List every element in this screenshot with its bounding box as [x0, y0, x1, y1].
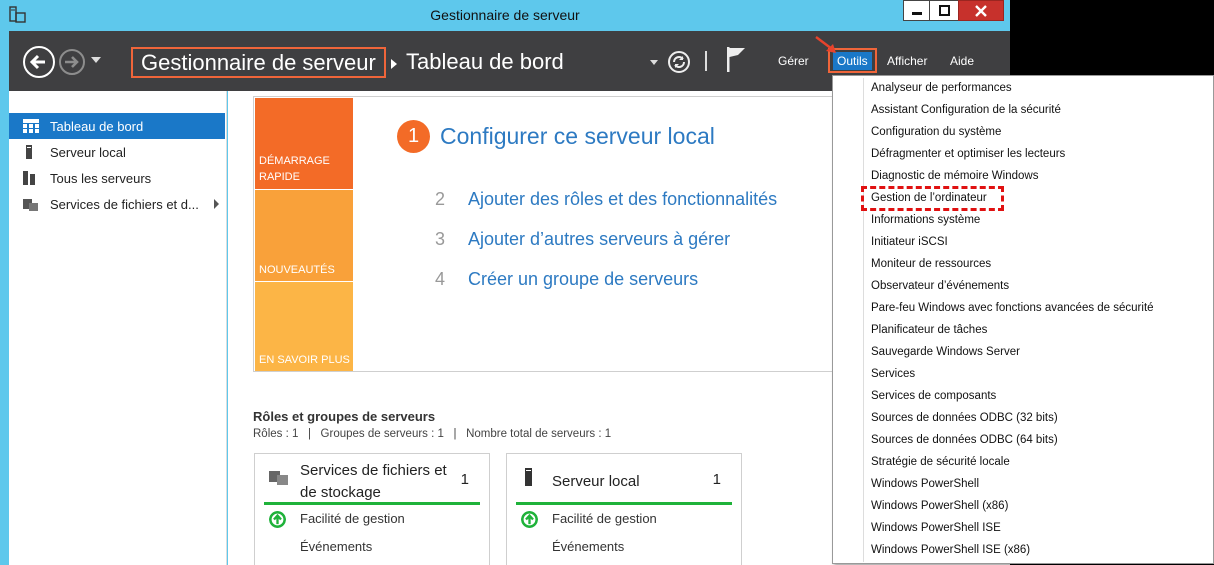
arrow-left-icon: [29, 54, 45, 70]
status-up-icon: [521, 511, 538, 528]
back-button[interactable]: [23, 46, 55, 78]
role-card-manageability[interactable]: Facilité de gestion: [300, 511, 405, 526]
menu-item-powershell-x86[interactable]: Windows PowerShell (x86): [871, 500, 1008, 512]
step-link-create-group[interactable]: Créer un groupe de serveurs: [468, 269, 698, 290]
tile-learn-more[interactable]: EN SAVOIR PLUS: [255, 282, 353, 371]
menu-item-system-configuration[interactable]: Configuration du système: [871, 126, 1001, 138]
breadcrumb-separator-icon: [391, 59, 397, 69]
step-number-2: 2: [435, 189, 446, 209]
notifications-flag-icon[interactable]: [725, 45, 747, 73]
role-card-title: Serveur local: [552, 473, 640, 490]
role-card-title: Services de fichiers et de stockage: [300, 462, 447, 501]
step-number-3: 3: [435, 229, 446, 249]
role-card-status-bar: [516, 502, 732, 505]
menu-item-odbc-32[interactable]: Sources de données ODBC (32 bits): [871, 412, 1058, 424]
minimize-icon: [911, 11, 922, 15]
menu-gerer[interactable]: Gérer: [778, 54, 809, 68]
annotation-highlight-box: [861, 186, 1004, 211]
breadcrumb-current-page: Tableau de bord: [406, 49, 564, 74]
menu-item-powershell-ise[interactable]: Windows PowerShell ISE: [871, 522, 1001, 534]
maximize-icon: [938, 5, 950, 16]
status-up-icon: [269, 511, 286, 528]
window-title: Gestionnaire de serveur: [430, 7, 580, 23]
menu-item-iscsi-initiator[interactable]: Initiateur iSCSI: [871, 236, 948, 248]
title-bar[interactable]: Gestionnaire de serveur: [0, 0, 1010, 30]
sidebar-item-file-services[interactable]: Services de fichiers et d...: [9, 191, 225, 217]
menu-icon-rail: [863, 78, 864, 562]
menu-afficher[interactable]: Afficher: [887, 54, 927, 68]
menu-item-windows-server-backup[interactable]: Sauvegarde Windows Server: [871, 346, 1020, 358]
step-number-1: 1: [397, 120, 430, 153]
role-card-count: 1: [712, 471, 721, 488]
step-link-configure-local-server[interactable]: Configurer ce serveur local: [440, 123, 715, 150]
menu-item-defragment[interactable]: Défragmenter et optimiser les lecteurs: [871, 148, 1065, 160]
sidebar: Tableau de bord Serveur local Tous les s…: [9, 91, 227, 565]
sidebar-item-dashboard[interactable]: Tableau de bord: [9, 113, 225, 139]
role-card-events[interactable]: Événements: [552, 539, 624, 554]
file-services-icon: [23, 197, 39, 211]
dashboard-icon: [23, 119, 39, 133]
role-card-events[interactable]: Événements: [300, 539, 372, 554]
role-card-count: 1: [460, 471, 469, 488]
sidebar-item-all-servers[interactable]: Tous les serveurs: [9, 165, 225, 191]
tile-whats-new-label: NOUVEAUTÉS: [259, 264, 335, 276]
tile-quick-start-label: DÉMARRAGE RAPIDE: [259, 155, 330, 183]
header-divider: [705, 51, 707, 71]
refresh-icon[interactable]: [667, 50, 691, 74]
roles-summary: Rôles : 1 | Groupes de serveurs : 1 | No…: [253, 428, 612, 440]
menu-item-task-scheduler[interactable]: Planificateur de tâches: [871, 324, 987, 336]
sidebar-item-label: Tous les serveurs: [50, 170, 152, 186]
step-link-add-servers[interactable]: Ajouter d’autres serveurs à gérer: [468, 229, 730, 250]
tile-quick-start[interactable]: DÉMARRAGE RAPIDE: [255, 98, 353, 189]
tools-dropdown-menu: Analyseur de performances Assistant Conf…: [832, 75, 1214, 564]
history-dropdown-icon[interactable]: [91, 57, 101, 63]
menu-item-odbc-64[interactable]: Sources de données ODBC (64 bits): [871, 434, 1058, 446]
menu-item-performance-monitor[interactable]: Analyseur de performances: [871, 82, 1012, 94]
role-card-file-services[interactable]: Services de fichiers et de stockage 1 Fa…: [254, 453, 490, 565]
menu-item-powershell-ise-x86[interactable]: Windows PowerShell ISE (x86): [871, 544, 1030, 556]
sidebar-item-label: Tableau de bord: [50, 118, 144, 134]
menu-item-local-security-policy[interactable]: Stratégie de sécurité locale: [871, 456, 1010, 468]
menu-item-event-viewer[interactable]: Observateur d’événements: [871, 280, 1009, 292]
step-number-4: 4: [435, 269, 446, 289]
close-button[interactable]: [958, 0, 1004, 21]
role-card-status-bar: [264, 502, 480, 505]
tile-whats-new[interactable]: NOUVEAUTÉS: [255, 190, 353, 281]
step-link-add-roles[interactable]: Ajouter des rôles et des fonctionnalités: [468, 189, 777, 210]
close-icon: [975, 4, 987, 17]
role-card-local-server[interactable]: Serveur local 1 Facilité de gestion Évén…: [506, 453, 742, 565]
menu-item-system-information[interactable]: Informations système: [871, 214, 980, 226]
menu-item-memory-diagnostic[interactable]: Diagnostic de mémoire Windows: [871, 170, 1038, 182]
server-icon: [23, 145, 39, 159]
menu-item-services[interactable]: Services: [871, 368, 915, 380]
forward-button[interactable]: [59, 49, 85, 75]
menu-item-component-services[interactable]: Services de composants: [871, 390, 996, 402]
minimize-button[interactable]: [903, 0, 930, 21]
arrow-right-icon: [65, 56, 79, 68]
sidebar-item-local-server[interactable]: Serveur local: [9, 139, 225, 165]
menu-item-powershell[interactable]: Windows PowerShell: [871, 478, 979, 490]
menu-item-security-config-wizard[interactable]: Assistant Configuration de la sécurité: [871, 104, 1061, 116]
file-services-icon: [269, 471, 288, 485]
menu-aide[interactable]: Aide: [950, 54, 974, 68]
tile-learn-more-label: EN SAVOIR PLUS: [259, 354, 350, 366]
breadcrumb-root[interactable]: Gestionnaire de serveur: [131, 47, 386, 78]
servers-icon: [23, 171, 39, 185]
refresh-dropdown-icon[interactable]: [650, 60, 658, 65]
menu-item-resource-monitor[interactable]: Moniteur de ressources: [871, 258, 991, 270]
annotation-arrow-icon: [815, 36, 836, 53]
server-icon: [525, 468, 532, 486]
menu-item-firewall-advanced[interactable]: Pare-feu Windows avec fonctions avancées…: [871, 302, 1154, 314]
roles-section-title: Rôles et groupes de serveurs: [253, 409, 436, 424]
role-card-manageability[interactable]: Facilité de gestion: [552, 511, 657, 526]
sidebar-item-label: Serveur local: [50, 144, 126, 160]
expand-arrow-icon[interactable]: [214, 199, 219, 209]
sidebar-item-label: Services de fichiers et d...: [50, 196, 199, 212]
maximize-button[interactable]: [929, 0, 959, 21]
